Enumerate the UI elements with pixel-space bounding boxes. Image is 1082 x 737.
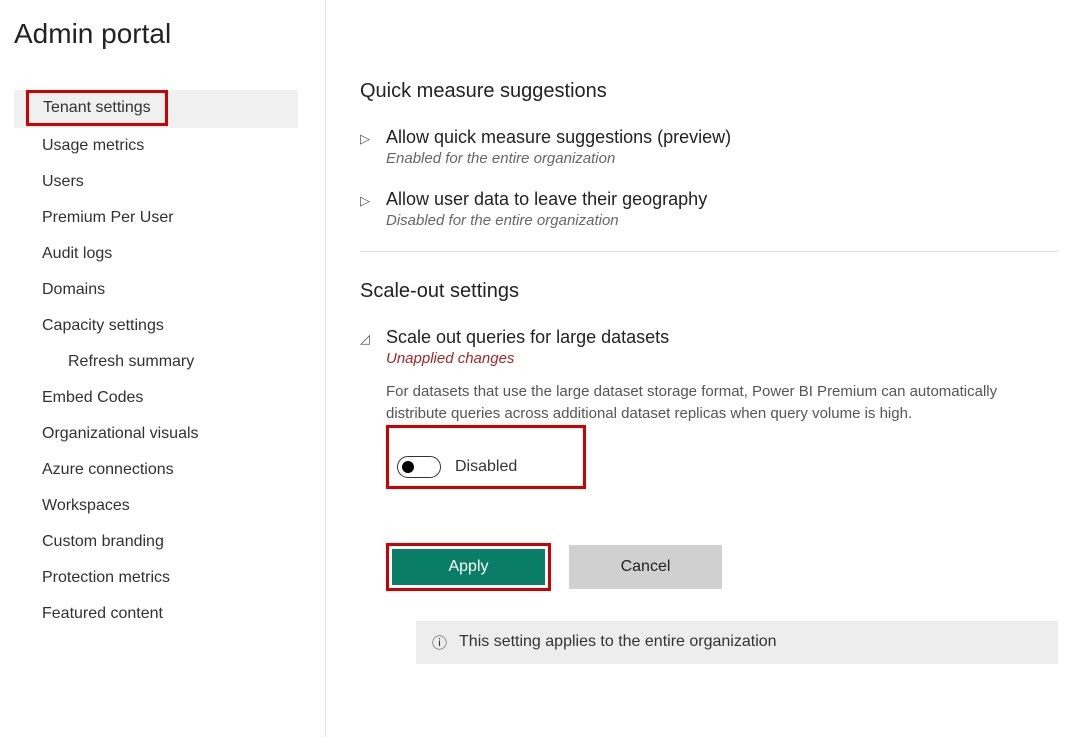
toggle-state-label: Disabled — [455, 458, 517, 476]
sidebar-item-capacity-settings[interactable]: Capacity settings — [14, 308, 325, 344]
section-title-scale-out: Scale-out settings — [360, 280, 1058, 303]
cancel-button[interactable]: Cancel — [569, 545, 722, 589]
chevron-right-icon: ▷ — [360, 193, 372, 209]
toggle-highlight: Disabled — [386, 425, 586, 489]
sidebar-item-organizational-visuals[interactable]: Organizational visuals — [14, 416, 325, 452]
apply-highlight: Apply — [386, 543, 551, 591]
sidebar: Admin portal Tenant settings Usage metri… — [0, 0, 326, 737]
setting-name: Allow quick measure suggestions (preview… — [386, 127, 1058, 148]
setting-description: For datasets that use the large dataset … — [386, 381, 1058, 425]
setting-scale-out-queries[interactable]: ◿ Scale out queries for large datasets U… — [360, 327, 1058, 664]
sidebar-item-protection-metrics[interactable]: Protection metrics — [14, 560, 325, 596]
chevron-right-icon: ▷ — [360, 131, 372, 147]
info-text: This setting applies to the entire organ… — [459, 633, 777, 651]
divider — [360, 251, 1058, 252]
sidebar-item-featured-content[interactable]: Featured content — [14, 596, 325, 632]
sidebar-item-users[interactable]: Users — [14, 164, 325, 200]
setting-allow-quick-measure[interactable]: ▷ Allow quick measure suggestions (previ… — [360, 127, 1058, 167]
sidebar-item-usage-metrics[interactable]: Usage metrics — [14, 128, 325, 164]
sidebar-item-embed-codes[interactable]: Embed Codes — [14, 380, 325, 416]
info-icon: ⓘ — [432, 632, 447, 653]
sidebar-item-workspaces[interactable]: Workspaces — [14, 488, 325, 524]
sidebar-item-premium-per-user[interactable]: Premium Per User — [14, 200, 325, 236]
portal-title: Admin portal — [14, 18, 325, 50]
enable-toggle[interactable] — [397, 456, 441, 478]
setting-status: Enabled for the entire organization — [386, 150, 1058, 167]
apply-button[interactable]: Apply — [392, 549, 545, 585]
setting-name: Allow user data to leave their geography — [386, 189, 1058, 210]
sidebar-item-custom-branding[interactable]: Custom branding — [14, 524, 325, 560]
setting-allow-user-data-leave-geo[interactable]: ▷ Allow user data to leave their geograp… — [360, 189, 1058, 229]
info-banner: ⓘ This setting applies to the entire org… — [416, 621, 1058, 664]
sidebar-item-audit-logs[interactable]: Audit logs — [14, 236, 325, 272]
chevron-down-icon: ◿ — [360, 331, 372, 347]
main-content: Quick measure suggestions ▷ Allow quick … — [326, 0, 1082, 737]
setting-name: Scale out queries for large datasets — [386, 327, 1058, 348]
toggle-knob — [402, 461, 414, 473]
sidebar-item-refresh-summary[interactable]: Refresh summary — [14, 344, 325, 380]
section-title-quick-measures: Quick measure suggestions — [360, 80, 1058, 103]
unapplied-changes-label: Unapplied changes — [386, 350, 1058, 367]
sidebar-item-azure-connections[interactable]: Azure connections — [14, 452, 325, 488]
setting-status: Disabled for the entire organization — [386, 212, 1058, 229]
sidebar-item-domains[interactable]: Domains — [14, 272, 325, 308]
sidebar-item-tenant-settings[interactable]: Tenant settings — [26, 90, 168, 126]
